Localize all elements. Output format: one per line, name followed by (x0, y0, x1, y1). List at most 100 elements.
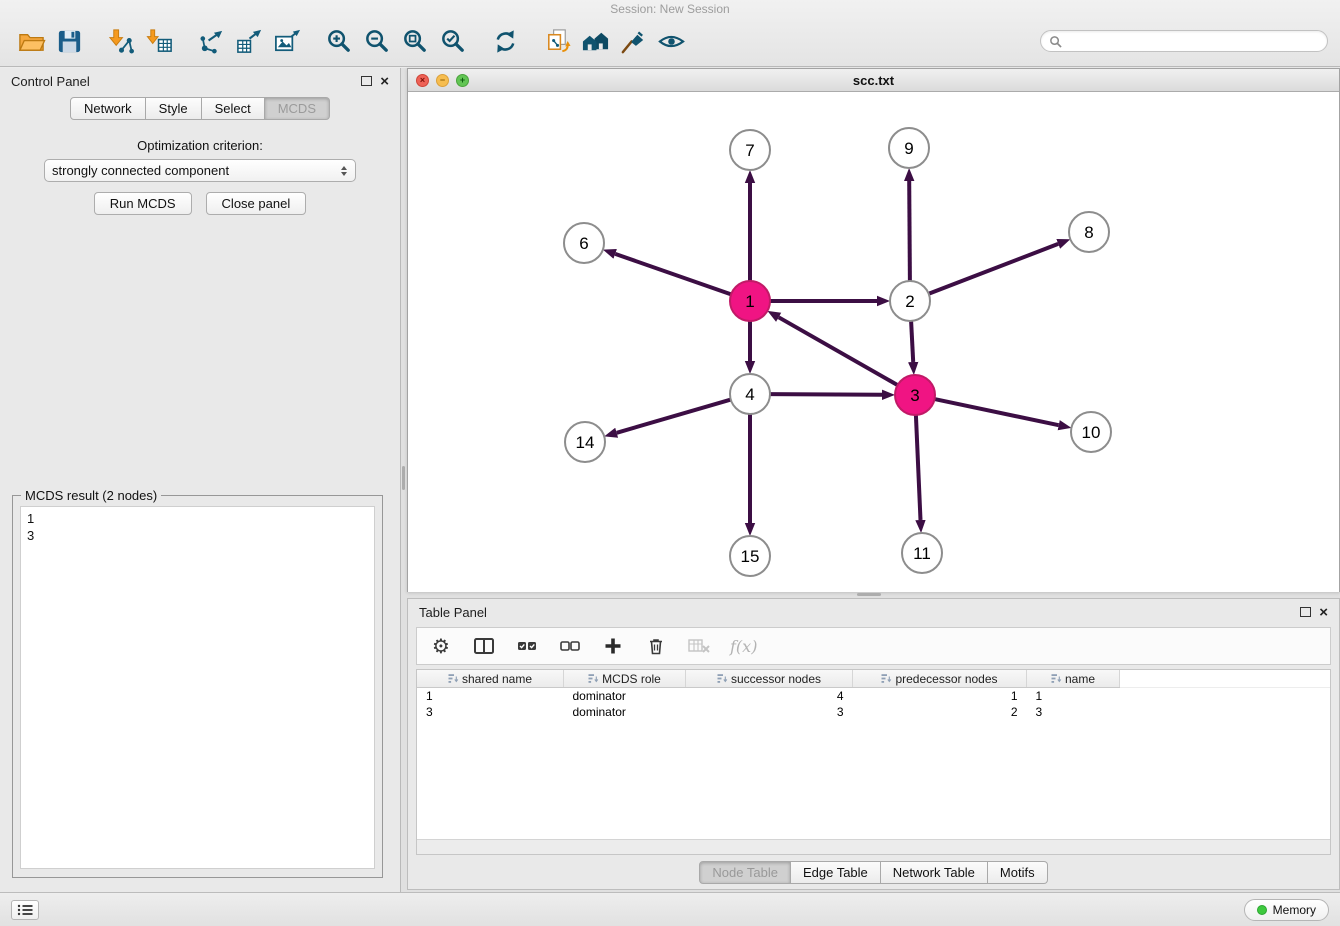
function-builder-button[interactable]: f(x) (730, 632, 757, 660)
export-image-icon (273, 27, 302, 56)
delete-table-button[interactable] (687, 632, 711, 660)
create-column-button[interactable] (601, 632, 625, 660)
window-title: Session: New Session (0, 0, 1340, 18)
column-header-successor-nodes[interactable]: successor nodes (686, 670, 853, 688)
status-bar: Memory (0, 892, 1340, 926)
table-tab-edge-table[interactable]: Edge Table (791, 861, 881, 884)
maximize-window-button[interactable]: + (456, 74, 469, 87)
table-tab-network-table[interactable]: Network Table (881, 861, 988, 884)
graph-node-6[interactable]: 6 (564, 223, 604, 263)
clone-network-button[interactable] (538, 22, 576, 60)
search-input[interactable] (1067, 33, 1319, 49)
control-panel-tabs: NetworkStyleSelectMCDS (0, 94, 400, 120)
apply-layout-button[interactable] (486, 22, 524, 60)
paintbrush-icon (619, 27, 648, 56)
homes-icon (581, 27, 610, 56)
task-history-button[interactable] (11, 900, 39, 920)
zoom-in-button[interactable] (320, 22, 358, 60)
graph-node-8[interactable]: 8 (1069, 212, 1109, 252)
clone-network-icon (543, 27, 572, 56)
float-table-panel-icon[interactable] (1300, 607, 1311, 617)
column-header-predecessor-nodes[interactable]: predecessor nodes (853, 670, 1027, 688)
control-panel-tab-network[interactable]: Network (70, 97, 146, 120)
import-table-button[interactable] (140, 22, 178, 60)
table-horizontal-scrollbar[interactable] (417, 839, 1330, 854)
column-header-MCDS-role[interactable]: MCDS role (564, 670, 686, 688)
close-panel-button[interactable]: Close panel (206, 192, 307, 215)
graph-edge-2-3[interactable] (911, 321, 913, 362)
toggle-visibility-button[interactable] (652, 22, 690, 60)
close-window-button[interactable]: × (416, 74, 429, 87)
task-list-icon (17, 904, 33, 916)
apply-style-button[interactable] (614, 22, 652, 60)
dropdown-stepper-icon (341, 166, 348, 176)
run-mcds-button[interactable]: Run MCDS (94, 192, 192, 215)
graph-node-9[interactable]: 9 (889, 128, 929, 168)
graph-node-7[interactable]: 7 (730, 130, 770, 170)
graph-edge-3-10[interactable] (935, 399, 1059, 425)
table-cell: 3 (686, 704, 853, 720)
column-header-shared-name[interactable]: shared name (417, 670, 564, 688)
graph-node-3[interactable]: 3 (895, 375, 935, 415)
graph-node-10[interactable]: 10 (1071, 412, 1111, 452)
home-panel-button[interactable] (576, 22, 614, 60)
graph-edge-3-1[interactable] (779, 317, 898, 385)
window-chrome: Session: New Session (0, 0, 1340, 67)
open-session-button[interactable] (12, 22, 50, 60)
import-table-icon (145, 27, 174, 56)
graph-edge-2-8[interactable] (929, 244, 1058, 294)
graph-node-1[interactable]: 1 (730, 281, 770, 321)
control-panel-tab-mcds[interactable]: MCDS (265, 97, 330, 120)
graph-edge-4-3[interactable] (770, 394, 882, 395)
import-network-button[interactable] (102, 22, 140, 60)
graph-node-11[interactable]: 11 (902, 533, 942, 573)
memory-button[interactable]: Memory (1244, 899, 1329, 921)
search-icon (1049, 35, 1062, 48)
export-image-button[interactable] (268, 22, 306, 60)
deselect-all-columns-button[interactable] (558, 632, 582, 660)
network-view-window: scc.txt × − + 7968124314101511 (407, 68, 1340, 592)
table-tab-motifs[interactable]: Motifs (988, 861, 1048, 884)
save-session-button[interactable] (50, 22, 88, 60)
table-cell: 1 (853, 688, 1027, 705)
column-header-name[interactable]: name (1027, 670, 1120, 688)
export-network-button[interactable] (192, 22, 230, 60)
table-row[interactable]: 1dominator411 (417, 688, 1330, 705)
svg-text:1: 1 (745, 292, 754, 311)
graph-edge-3-11[interactable] (916, 415, 921, 520)
import-network-icon (107, 27, 136, 56)
graph-edge-4-14[interactable] (617, 400, 731, 433)
close-panel-icon[interactable]: × (380, 74, 389, 89)
zoom-selected-button[interactable] (434, 22, 472, 60)
search-field[interactable] (1040, 30, 1328, 52)
select-all-columns-button[interactable] (515, 632, 539, 660)
control-panel-tab-style[interactable]: Style (146, 97, 202, 120)
plus-icon (603, 636, 623, 656)
zoom-out-button[interactable] (358, 22, 396, 60)
close-table-panel-icon[interactable]: × (1319, 605, 1328, 620)
graph-node-14[interactable]: 14 (565, 422, 605, 462)
criterion-dropdown[interactable]: strongly connected component (44, 159, 356, 182)
table-cell-filler (1120, 688, 1331, 705)
table-panel-header: Table Panel × (408, 599, 1339, 625)
graph-edge-1-6[interactable] (615, 254, 731, 295)
network-canvas[interactable]: 7 9 6 8 1 2 4 3 14 10 15 11 (408, 92, 1339, 592)
zoom-fit-button[interactable] (396, 22, 434, 60)
minimize-window-button[interactable]: − (436, 74, 449, 87)
table-tab-node-table[interactable]: Node Table (699, 861, 791, 884)
graph-edge-2-9[interactable] (909, 181, 910, 281)
control-panel-tab-select[interactable]: Select (202, 97, 265, 120)
graph-node-15[interactable]: 15 (730, 536, 770, 576)
table-cell: 1 (1027, 688, 1120, 705)
splitter-grip (857, 593, 881, 596)
show-columns-button[interactable] (472, 632, 496, 660)
export-table-button[interactable] (230, 22, 268, 60)
table-row[interactable]: 3dominator323 (417, 704, 1330, 720)
delete-column-button[interactable] (644, 632, 668, 660)
float-panel-icon[interactable] (361, 76, 372, 86)
graph-node-4[interactable]: 4 (730, 374, 770, 414)
table-cell-filler (1120, 704, 1331, 720)
fx-icon: f(x) (730, 637, 757, 656)
graph-node-2[interactable]: 2 (890, 281, 930, 321)
table-settings-button[interactable]: ⚙ (429, 632, 453, 660)
